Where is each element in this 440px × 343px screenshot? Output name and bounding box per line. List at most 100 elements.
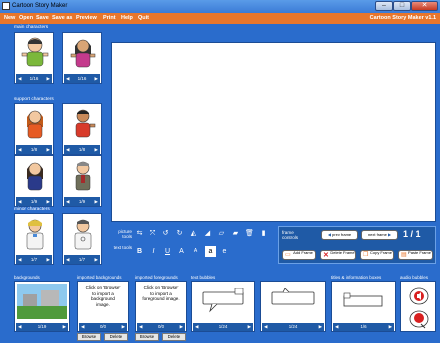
- browse-bg-button[interactable]: Browse: [77, 333, 101, 341]
- prev-arrow-icon[interactable]: ◀: [66, 255, 69, 264]
- paste-frame-button[interactable]: ▤ Paste Frame: [398, 250, 433, 260]
- prev-arrow-icon[interactable]: ◀: [66, 74, 69, 83]
- text-bubble-panel-1[interactable]: ◀ 1/24 ▶: [191, 281, 255, 332]
- pager-count: 1/6: [360, 324, 367, 329]
- background-scene-icon: [17, 284, 67, 319]
- title-bar: Cartoon Story Maker – □ ✕: [0, 0, 440, 13]
- main-character-card-2[interactable]: ◀ 1/16 ▶: [62, 32, 102, 84]
- delete-bg-button[interactable]: Delete: [104, 333, 128, 341]
- pager-count: 1/16: [77, 76, 87, 81]
- text-color-button[interactable]: a: [205, 246, 216, 257]
- prev-arrow-icon[interactable]: ◀: [18, 255, 21, 264]
- next-arrow-icon[interactable]: ▶: [47, 255, 50, 264]
- imported-backgrounds-panel[interactable]: Click on 'Browse' to import a background…: [77, 281, 129, 332]
- prev-frame-button[interactable]: ◀ prev frame: [321, 230, 358, 240]
- support-character-card-4[interactable]: ◀ 1/9 ▶: [62, 155, 102, 207]
- app-icon: [2, 2, 10, 10]
- minimize-button[interactable]: –: [375, 1, 393, 11]
- prev-arrow-icon[interactable]: ◀: [66, 197, 69, 206]
- main-character-card-1[interactable]: ◀ 1/16 ▶: [14, 32, 54, 84]
- eraser-icon[interactable]: ▰: [230, 228, 241, 239]
- speaker-icon[interactable]: [409, 287, 429, 305]
- imported-bg-pager: ◀ 0/0 ▶: [79, 323, 127, 331]
- minor-character-card-1[interactable]: ◀ 1/7 ▶: [14, 213, 54, 265]
- font-smaller-button[interactable]: A: [190, 246, 201, 257]
- rotate-left-icon[interactable]: ↺: [160, 228, 171, 239]
- menu-save-as[interactable]: Save as: [52, 15, 73, 21]
- paste-frame-label: Paste Frame: [408, 250, 431, 255]
- mirror-icon[interactable]: ◭: [188, 228, 199, 239]
- menu-help[interactable]: Help: [121, 15, 133, 21]
- next-arrow-icon[interactable]: ▶: [47, 145, 50, 154]
- close-button[interactable]: ✕: [411, 1, 438, 11]
- pager-count: 1/16: [29, 76, 39, 81]
- prev-arrow-icon[interactable]: ◀: [18, 323, 21, 331]
- character-figure-icon: [74, 219, 92, 250]
- layer-forward-icon[interactable]: ◢: [202, 228, 213, 239]
- character-figure-icon: [75, 161, 91, 191]
- record-icon[interactable]: [409, 309, 429, 329]
- resize-icon[interactable]: ⤧: [147, 228, 158, 239]
- support-character-card-3[interactable]: ◀ 1/9 ▶: [14, 155, 54, 207]
- trash-icon[interactable]: 🗑: [244, 228, 255, 239]
- bold-button[interactable]: B: [134, 246, 145, 257]
- prev-arrow-icon[interactable]: ◀: [18, 145, 21, 154]
- next-arrow-icon[interactable]: ▶: [122, 323, 125, 331]
- audio-bubbles-panel[interactable]: [400, 281, 436, 332]
- next-arrow-icon[interactable]: ▶: [63, 323, 66, 331]
- next-arrow-icon[interactable]: ▶: [95, 74, 98, 83]
- next-arrow-icon[interactable]: ▶: [248, 323, 251, 331]
- minor-character-card-2[interactable]: ◀ 1/7 ▶: [62, 213, 102, 265]
- maximize-button[interactable]: □: [393, 1, 411, 11]
- next-arrow-icon[interactable]: ▶: [389, 323, 392, 331]
- text-tools-label: text tools: [113, 245, 132, 250]
- main-2-pager: ◀ 1/16 ▶: [64, 74, 100, 83]
- delete-frame-button[interactable]: ✕ Delete Frame: [320, 250, 356, 260]
- menu-quit[interactable]: Quit: [138, 15, 149, 21]
- menu-open[interactable]: Open: [19, 15, 33, 21]
- next-frame-button[interactable]: next frame ▶: [361, 230, 398, 240]
- copy-frame-button[interactable]: ❐ Copy Frame: [360, 250, 394, 260]
- font-larger-button[interactable]: A: [176, 246, 187, 257]
- next-arrow-icon[interactable]: ▶: [95, 255, 98, 264]
- prev-arrow-icon[interactable]: ◀: [264, 323, 267, 331]
- next-arrow-icon[interactable]: ▶: [95, 197, 98, 206]
- support-character-card-1[interactable]: ◀ 1/8 ▶: [14, 103, 54, 155]
- text-bubble-panel-2[interactable]: ◀ 1/24 ▶: [260, 281, 326, 332]
- lock-icon[interactable]: ▮: [258, 228, 269, 239]
- browse-fg-button[interactable]: Browse: [135, 333, 159, 341]
- next-arrow-icon[interactable]: ▶: [180, 323, 183, 331]
- titles-pager: ◀ 1/6 ▶: [333, 323, 394, 331]
- layer-back-icon[interactable]: ▱: [216, 228, 227, 239]
- comic-frame-canvas[interactable]: [111, 42, 436, 222]
- add-frame-button[interactable]: ▭ Add Frame: [282, 250, 316, 260]
- underline-button[interactable]: U: [162, 246, 173, 257]
- italic-button[interactable]: I: [148, 246, 159, 257]
- next-arrow-icon[interactable]: ▶: [319, 323, 322, 331]
- text-effect-button[interactable]: e: [219, 246, 230, 257]
- prev-arrow-icon[interactable]: ◀: [81, 323, 84, 331]
- rotate-right-icon[interactable]: ↻: [174, 228, 185, 239]
- menu-preview[interactable]: Preview: [76, 15, 97, 21]
- menu-new[interactable]: New: [4, 15, 15, 21]
- imported-foregrounds-panel[interactable]: Click on 'Browse' to import a foreground…: [135, 281, 187, 332]
- next-arrow-icon[interactable]: ▶: [47, 74, 50, 83]
- prev-arrow-icon[interactable]: ◀: [335, 323, 338, 331]
- prev-arrow-icon[interactable]: ◀: [139, 323, 142, 331]
- next-frame-label: next frame: [367, 232, 387, 237]
- next-arrow-icon[interactable]: ▶: [47, 197, 50, 206]
- prev-arrow-icon[interactable]: ◀: [18, 74, 21, 83]
- titles-info-panel[interactable]: ◀ 1/6 ▶: [331, 281, 396, 332]
- prev-arrow-icon[interactable]: ◀: [66, 145, 69, 154]
- character-figure-icon: [27, 162, 43, 191]
- minor-1-pager: ◀ 1/7 ▶: [16, 255, 52, 264]
- flip-horizontal-icon[interactable]: ⇆: [134, 228, 145, 239]
- next-arrow-icon[interactable]: ▶: [95, 145, 98, 154]
- prev-arrow-icon[interactable]: ◀: [195, 323, 198, 331]
- menu-print[interactable]: Print: [103, 15, 116, 21]
- menu-save[interactable]: Save: [36, 15, 49, 21]
- support-character-card-2[interactable]: ◀ 1/8 ▶: [62, 103, 102, 155]
- background-thumbnail-panel[interactable]: ◀ 1/19 ▶: [14, 281, 70, 332]
- delete-fg-button[interactable]: Delete: [162, 333, 186, 341]
- prev-arrow-icon[interactable]: ◀: [18, 197, 21, 206]
